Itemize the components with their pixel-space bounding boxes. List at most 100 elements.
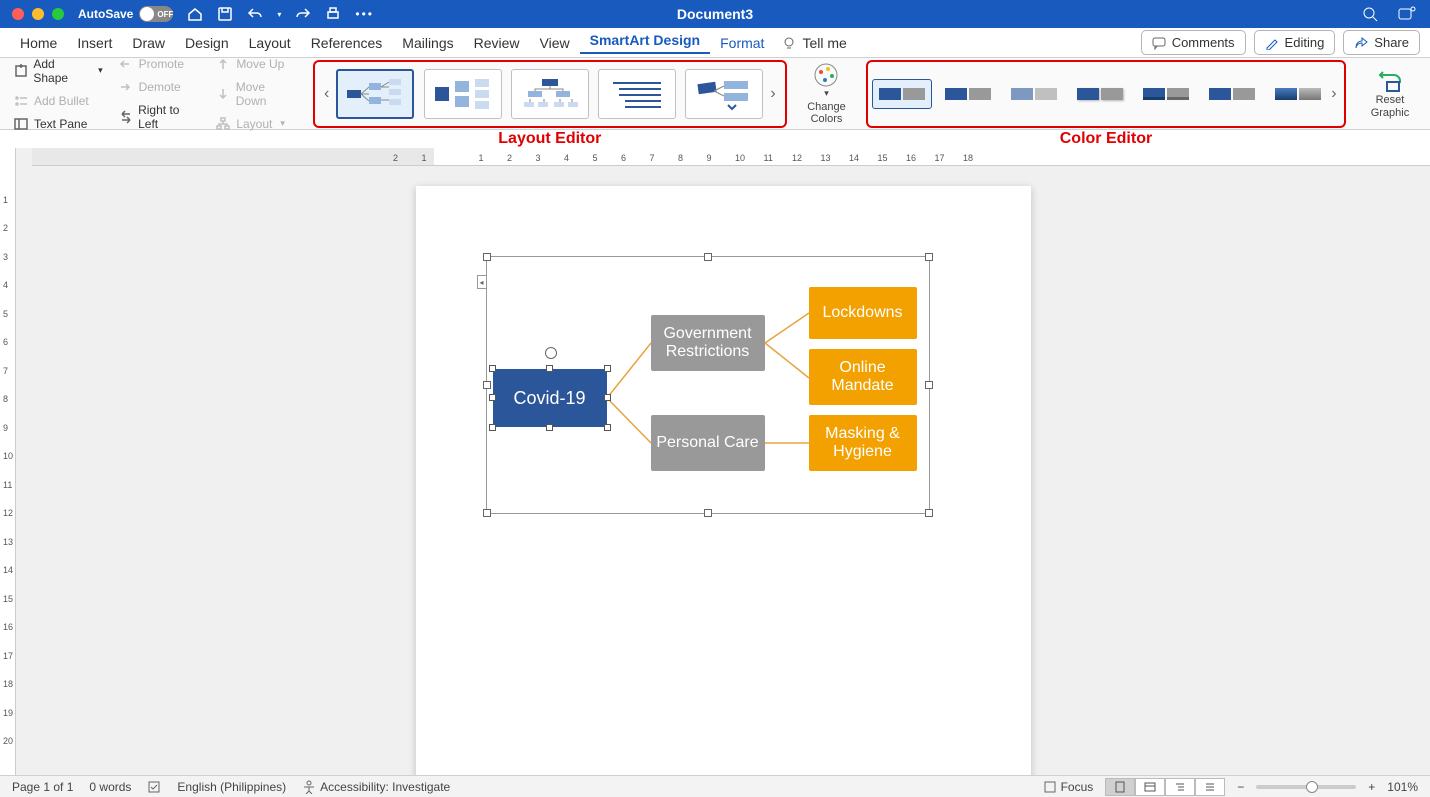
resize-handle[interactable] (483, 253, 491, 261)
tab-review[interactable]: Review (464, 35, 530, 51)
editing-mode-button[interactable]: Editing (1254, 30, 1336, 55)
share-button[interactable]: Share (1343, 30, 1420, 55)
layout-option-2[interactable] (424, 69, 502, 119)
save-icon[interactable] (217, 6, 233, 22)
pencil-icon (1265, 36, 1279, 50)
search-icon[interactable] (1362, 6, 1378, 22)
style-gallery-next[interactable]: › (1328, 85, 1340, 103)
smartart-node-online[interactable]: Online Mandate (809, 349, 917, 405)
spellcheck-icon[interactable] (147, 780, 161, 794)
layout-option-1[interactable] (336, 69, 414, 119)
shape-handle[interactable] (604, 424, 611, 431)
reset-graphic-button[interactable]: Reset Graphic (1356, 68, 1424, 118)
layout-option-4[interactable] (598, 69, 676, 119)
style-option-3[interactable] (1004, 79, 1064, 109)
layout-gallery-next[interactable]: › (765, 85, 781, 103)
page-count[interactable]: Page 1 of 1 (12, 780, 73, 794)
resize-handle[interactable] (925, 509, 933, 517)
smartart-node-masking[interactable]: Masking & Hygiene (809, 415, 917, 471)
smartart-node-lockdowns[interactable]: Lockdowns (809, 287, 917, 339)
shape-handle[interactable] (489, 394, 496, 401)
maximize-window-button[interactable] (52, 8, 64, 20)
tab-home[interactable]: Home (10, 35, 67, 51)
add-shape-button[interactable]: Add Shape▾ (10, 55, 107, 87)
reset-icon (1377, 68, 1403, 94)
zoom-level[interactable]: 101% (1387, 780, 1418, 794)
style-option-4[interactable] (1070, 79, 1130, 109)
close-window-button[interactable] (12, 8, 24, 20)
tab-design[interactable]: Design (175, 35, 239, 51)
smartart-node-gov[interactable]: Government Restrictions (651, 315, 765, 371)
zoom-slider[interactable] (1256, 785, 1356, 789)
shape-handle[interactable] (604, 394, 611, 401)
comments-button[interactable]: Comments (1141, 30, 1246, 55)
resize-handle[interactable] (704, 253, 712, 261)
horizontal-ruler[interactable]: 21123456789101112131415161718 (32, 148, 1430, 166)
shape-handle[interactable] (489, 424, 496, 431)
smartart-styles-gallery: › Color Editor (866, 60, 1346, 128)
style-option-7[interactable] (1268, 79, 1328, 109)
undo-dropdown-icon[interactable]: ▾ (277, 10, 281, 19)
zoom-out-button[interactable]: − (1237, 780, 1244, 794)
tab-smartart-design[interactable]: SmartArt Design (580, 32, 710, 54)
add-bullet-button: Add Bullet (10, 92, 107, 110)
page-scroll-area[interactable]: ◂ (16, 166, 1430, 775)
language-status[interactable]: English (Philippines) (177, 780, 286, 794)
focus-mode-button[interactable]: Focus (1043, 780, 1094, 794)
minimize-window-button[interactable] (32, 8, 44, 20)
more-icon[interactable]: ••• (355, 7, 374, 21)
style-option-2[interactable] (938, 79, 998, 109)
print-icon[interactable] (325, 6, 341, 22)
smartart-graphic-frame[interactable]: ◂ (486, 256, 930, 514)
style-option-6[interactable] (1202, 79, 1262, 109)
layout-option-3[interactable] (511, 69, 589, 119)
undo-icon[interactable] (247, 6, 263, 22)
resize-handle[interactable] (483, 509, 491, 517)
comment-icon (1152, 36, 1166, 50)
tell-me-search[interactable]: Tell me (782, 35, 846, 51)
shape-handle[interactable] (489, 365, 496, 372)
text-pane-button[interactable]: Text Pane (10, 115, 107, 133)
autosave-switch[interactable]: OFF (139, 6, 173, 22)
zoom-in-button[interactable]: + (1368, 780, 1375, 794)
vertical-ruler[interactable]: 1234567891011121314151617181920 (0, 148, 16, 775)
web-layout-view[interactable] (1135, 778, 1165, 796)
tab-references[interactable]: References (301, 35, 393, 51)
shape-handle[interactable] (546, 365, 553, 372)
resize-handle[interactable] (925, 253, 933, 261)
print-layout-view[interactable] (1105, 778, 1135, 796)
smartart-node-personal-care[interactable]: Personal Care (651, 415, 765, 471)
text-pane-toggle[interactable]: ◂ (477, 275, 487, 289)
document-title: Document3 (677, 6, 753, 22)
change-colors-button[interactable]: ▾ Change Colors (791, 62, 862, 125)
shape-handle[interactable] (546, 424, 553, 431)
shape-handle[interactable] (604, 365, 611, 372)
layout-gallery-prev[interactable]: ‹ (319, 85, 335, 103)
layout-button: Layout▾ (212, 115, 300, 133)
tab-insert[interactable]: Insert (67, 35, 122, 51)
layout-option-5[interactable] (685, 69, 763, 119)
draft-view[interactable] (1195, 778, 1225, 796)
right-to-left-button[interactable]: Right to Left (115, 101, 205, 133)
smartart-node-root[interactable]: Covid-19 (493, 369, 607, 427)
document-page[interactable]: ◂ (416, 186, 1031, 775)
accessibility-status[interactable]: Accessibility: Investigate (302, 780, 450, 794)
style-option-5[interactable] (1136, 79, 1196, 109)
tab-layout[interactable]: Layout (239, 35, 301, 51)
tab-format[interactable]: Format (710, 35, 774, 51)
rotate-handle[interactable] (545, 347, 557, 359)
tab-mailings[interactable]: Mailings (392, 35, 463, 51)
home-icon[interactable] (187, 6, 203, 22)
demote-button: Demote (115, 78, 205, 96)
outline-view[interactable] (1165, 778, 1195, 796)
autosave-toggle[interactable]: AutoSave OFF (78, 6, 173, 22)
redo-icon[interactable] (295, 6, 311, 22)
tab-draw[interactable]: Draw (122, 35, 175, 51)
resize-handle[interactable] (483, 381, 491, 389)
word-count[interactable]: 0 words (89, 780, 131, 794)
tab-view[interactable]: View (530, 35, 580, 51)
ribbon-options-icon[interactable] (1398, 6, 1416, 22)
resize-handle[interactable] (704, 509, 712, 517)
resize-handle[interactable] (925, 381, 933, 389)
style-option-1[interactable] (872, 79, 932, 109)
